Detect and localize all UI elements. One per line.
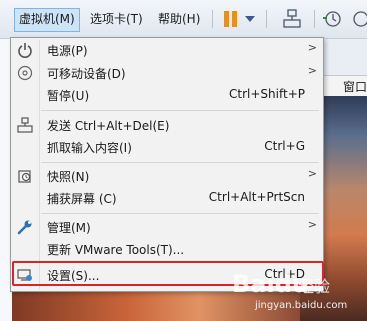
menu-separator [41,110,319,111]
menu-tabs[interactable]: 选项卡(T) [86,8,147,30]
menu-item-label: 暂停(U) [47,89,90,103]
menu-item-power[interactable]: 电源(P) > [11,39,323,61]
toolbar-separator [266,10,267,28]
menu-separator [41,213,319,214]
toolbar-separator [212,10,213,28]
menu-separator [41,162,319,163]
disc-icon [17,65,33,81]
menu-item-grab-input[interactable]: 抓取输入内容(I) Ctrl+G [11,136,323,158]
menu-item-manage[interactable]: 管理(M) > [11,216,323,238]
submenu-arrow-icon: > [307,167,317,180]
menu-item-update-vmware-tools[interactable]: 更新 VMware Tools(T)... [11,238,323,260]
snapshot-restore-icon[interactable] [350,9,367,29]
power-icon [18,43,32,58]
menu-vm[interactable]: 虚拟机(M) [14,8,80,32]
send-keys-icon[interactable] [282,9,302,29]
svg-text:经验: 经验 [298,277,330,296]
submenu-arrow-icon: > [307,218,317,231]
menu-item-label: 可移动设备(D) [47,67,126,81]
menubar: 虚拟机(M) 选项卡(T) 帮助(H) [0,0,367,39]
submenu-arrow-icon: > [307,64,317,77]
snapshot-icon [18,170,31,183]
menu-item-pause[interactable]: 暂停(U) Ctrl+Shift+P [11,84,323,106]
menu-help[interactable]: 帮助(H) [154,8,204,30]
menu-item-label: 电源(P) [47,44,88,58]
menu-item-label: 发送 Ctrl+Alt+Del(E) [47,119,170,133]
pause-icon[interactable] [221,9,239,29]
menu-item-label: 快照(N) [47,170,90,184]
menu-item-shortcut: Ctrl+G [264,139,305,153]
menu-item-capture-screen[interactable]: 捕获屏幕 (C) Ctrl+Alt+PrtScn [11,187,323,209]
wrench-icon [17,220,32,235]
watermark-url: jingyan.baidu.com [255,300,348,311]
submenu-arrow-icon: > [307,41,317,54]
menu-item-shortcut: Ctrl+Alt+PrtScn [208,190,305,204]
vm-dropdown-menu: 电源(P) > 可移动设备(D) > 暂停(U) Ctrl+Shift+P 发送… [10,37,324,292]
snapshot-clock-icon[interactable] [322,9,342,29]
menu-item-label: 抓取输入内容(I) [47,141,132,155]
menu-item-removable-devices[interactable]: 可移动设备(D) > [11,62,323,84]
chevron-down-icon[interactable] [244,15,256,23]
menu-item-snapshot[interactable]: 快照(N) > [11,165,323,187]
menu-item-label: 管理(M) [47,221,91,235]
send-keys-icon [17,117,33,133]
toolbar-separator [314,10,315,28]
menu-item-shortcut: Ctrl+Shift+P [229,87,305,101]
menu-item-label: 更新 VMware Tools(T)... [47,243,185,257]
menu-item-label: 捕获屏幕 (C) [47,192,117,206]
menu-item-send-ctrl-alt-del[interactable]: 发送 Ctrl+Alt+Del(E) [11,114,323,136]
window-label: 窗口 [343,80,367,94]
